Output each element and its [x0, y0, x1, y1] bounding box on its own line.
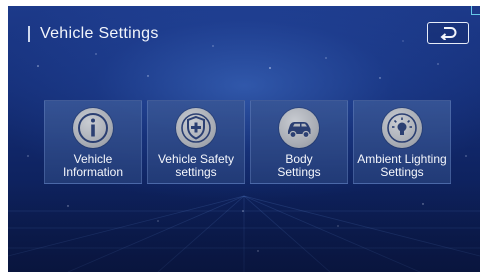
vehicle-settings-screen: Vehicle Settings Vehicle Information Veh… — [8, 6, 480, 272]
ambient-light-bulb-icon — [382, 108, 422, 148]
floor-gradient — [8, 182, 480, 272]
title-accent-bar — [28, 26, 30, 42]
corner-bracket — [471, 6, 480, 15]
info-icon — [73, 108, 113, 148]
header: Vehicle Settings — [28, 24, 159, 44]
car-body-icon — [279, 108, 319, 148]
body-settings-tile[interactable]: Body Settings — [250, 100, 348, 184]
shield-plus-icon — [176, 108, 216, 148]
vehicle-information-label: Vehicle Information — [62, 152, 124, 179]
body-settings-label: Body Settings — [277, 152, 321, 179]
vehicle-safety-settings-tile[interactable]: Vehicle Safety settings — [147, 100, 245, 184]
ambient-lighting-settings-tile[interactable]: Ambient Lighting Settings — [353, 100, 451, 184]
return-arrow-icon — [440, 27, 457, 40]
vehicle-information-tile[interactable]: Vehicle Information — [44, 100, 142, 184]
settings-tiles: Vehicle Information Vehicle Safety setti… — [44, 100, 451, 184]
vehicle-safety-settings-label: Vehicle Safety settings — [157, 152, 235, 179]
page-title: Vehicle Settings — [40, 25, 159, 42]
ambient-lighting-settings-label: Ambient Lighting Settings — [357, 152, 447, 179]
back-button[interactable] — [427, 22, 469, 44]
